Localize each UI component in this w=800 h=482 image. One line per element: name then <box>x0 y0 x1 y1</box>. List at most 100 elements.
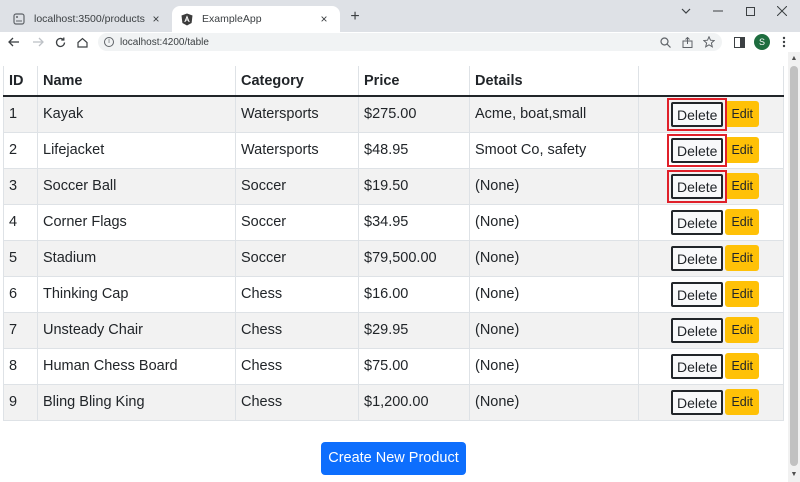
cell-details: (None) <box>469 203 639 240</box>
cell-name: Lifejacket <box>37 131 236 168</box>
edit-button[interactable]: Edit <box>725 137 760 163</box>
side-panel-icon[interactable] <box>731 34 747 50</box>
tab-title: localhost:3500/products <box>34 13 145 25</box>
cell-category: Soccer <box>235 203 359 240</box>
delete-wrapper: Delete <box>667 278 727 311</box>
products-table: ID Name Category Price Details 1 Kayak Wat… <box>3 66 784 421</box>
delete-button[interactable]: Delete <box>671 281 724 307</box>
table-row: 2 Lifejacket Watersports $48.95 Smoot Co, sa… <box>3 131 784 168</box>
delete-highlight-box: Delete <box>667 133 728 167</box>
delete-button[interactable]: Delete <box>671 389 724 415</box>
cell-details: (None) <box>469 383 639 421</box>
delete-button[interactable]: Delete <box>671 173 724 199</box>
close-window-icon[interactable] <box>766 0 798 22</box>
table-row: 7 Unsteady Chair Chess $29.95 (None) Delete Ed… <box>3 311 784 348</box>
cell-id: 4 <box>3 203 38 240</box>
cell-price: $48.95 <box>358 131 470 168</box>
page-content: ID Name Category Price Details 1 Kayak Wat… <box>0 52 788 482</box>
reload-icon[interactable] <box>52 34 68 50</box>
scroll-up-arrow-icon[interactable]: ▲ <box>789 54 799 64</box>
cell-details: (None) <box>469 239 639 276</box>
delete-button[interactable]: Delete <box>671 137 724 163</box>
cell-name: Kayak <box>37 95 236 132</box>
edit-button[interactable]: Edit <box>725 353 760 379</box>
delete-button[interactable]: Delete <box>671 209 724 235</box>
table-row: 1 Kayak Watersports $275.00 Acme, boat,small… <box>3 95 784 132</box>
table-header-row: ID Name Category Price Details <box>3 66 784 97</box>
cell-price: $29.95 <box>358 311 470 348</box>
edit-button[interactable]: Edit <box>725 389 760 415</box>
edit-button[interactable]: Edit <box>725 101 760 128</box>
cell-price: $34.95 <box>358 203 470 240</box>
header-details: Details <box>469 66 639 97</box>
edit-button[interactable]: Edit <box>725 245 760 271</box>
page-icon <box>12 12 26 26</box>
cell-details: (None) <box>469 275 639 312</box>
site-info-icon[interactable]: i <box>104 37 114 47</box>
cell-name: Soccer Ball <box>37 167 236 204</box>
cell-name: Bling Bling King <box>37 383 236 421</box>
table-row: 3 Soccer Ball Soccer $19.50 (None) Delete Edit <box>3 167 784 204</box>
table-row: 9 Bling Bling King Chess $1,200.00 (None) Del… <box>3 383 784 421</box>
delete-button[interactable]: Delete <box>671 353 724 379</box>
cell-id: 7 <box>3 311 38 348</box>
cell-category: Soccer <box>235 167 359 204</box>
create-new-product-button[interactable]: Create New Product <box>321 442 466 475</box>
cell-actions: Delete Edit <box>638 167 784 204</box>
cell-details: (None) <box>469 311 639 348</box>
scroll-down-arrow-icon[interactable]: ▼ <box>789 470 799 480</box>
cell-actions: Delete Edit <box>638 275 784 312</box>
browser-toolbar: i localhost:4200/table S <box>0 32 800 52</box>
cell-id: 1 <box>3 95 38 132</box>
menu-kebab-icon[interactable] <box>776 34 792 50</box>
cell-actions: Delete Edit <box>638 203 784 240</box>
address-bar[interactable]: i localhost:4200/table <box>98 33 722 51</box>
cell-details: Acme, boat,small <box>469 95 639 132</box>
zoom-icon[interactable] <box>658 35 672 49</box>
cell-category: Chess <box>235 347 359 384</box>
delete-button[interactable]: Delete <box>671 245 724 271</box>
edit-button[interactable]: Edit <box>725 173 760 199</box>
close-tab-icon[interactable]: × <box>148 12 164 26</box>
edit-button[interactable]: Edit <box>725 281 760 307</box>
cell-actions: Delete Edit <box>638 347 784 384</box>
delete-button[interactable]: Delete <box>671 317 724 343</box>
edit-button[interactable]: Edit <box>725 317 760 343</box>
edit-button[interactable]: Edit <box>725 209 760 235</box>
cell-actions: Delete Edit <box>638 311 784 348</box>
new-tab-button[interactable]: + <box>346 8 364 26</box>
header-actions <box>638 66 784 97</box>
close-tab-icon[interactable]: × <box>316 12 332 26</box>
cell-price: $79,500.00 <box>358 239 470 276</box>
delete-button[interactable]: Delete <box>671 101 724 127</box>
header-price: Price <box>358 66 470 97</box>
forward-icon[interactable] <box>30 34 46 50</box>
cell-name: Corner Flags <box>37 203 236 240</box>
home-icon[interactable] <box>74 34 90 50</box>
cell-id: 3 <box>3 167 38 204</box>
table-row: 6 Thinking Cap Chess $16.00 (None) Delete Edit <box>3 275 784 312</box>
maximize-icon[interactable] <box>734 0 766 22</box>
profile-avatar[interactable]: S <box>754 34 770 50</box>
cell-details: (None) <box>469 347 639 384</box>
scrollbar-thumb[interactable] <box>790 66 798 466</box>
share-icon[interactable] <box>680 35 694 49</box>
angular-icon <box>180 12 194 26</box>
delete-highlight-box: Delete <box>667 169 728 203</box>
cell-actions: Delete Edit <box>638 383 784 421</box>
tab-title: ExampleApp <box>202 13 262 25</box>
browser-tab-exampleapp[interactable]: ExampleApp × <box>172 6 340 32</box>
cell-name: Human Chess Board <box>37 347 236 384</box>
bookmark-star-icon[interactable] <box>702 35 716 49</box>
address-url: localhost:4200/table <box>120 36 209 48</box>
table-row: 4 Corner Flags Soccer $34.95 (None) Delete Edi… <box>3 203 784 240</box>
cell-category: Chess <box>235 275 359 312</box>
browser-tab-products[interactable]: localhost:3500/products × <box>4 6 172 32</box>
cell-name: Stadium <box>37 239 236 276</box>
cell-category: Chess <box>235 383 359 421</box>
minimize-icon[interactable] <box>702 0 734 22</box>
tab-search-icon[interactable] <box>670 0 702 22</box>
cell-actions: Delete Edit <box>638 95 784 132</box>
cell-category: Chess <box>235 311 359 348</box>
back-icon[interactable] <box>6 34 22 50</box>
